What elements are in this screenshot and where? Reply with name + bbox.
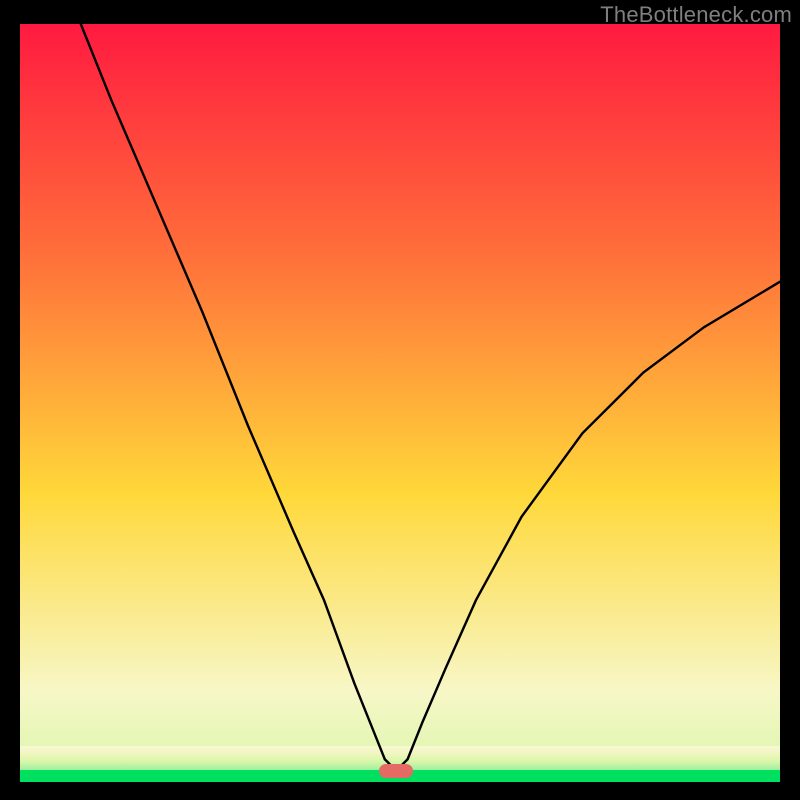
watermark-text: TheBottleneck.com	[600, 2, 792, 28]
bottleneck-curve	[20, 24, 780, 782]
curve-path	[81, 24, 780, 771]
optimal-point-marker	[379, 764, 413, 778]
chart-frame: TheBottleneck.com	[0, 0, 800, 800]
plot-area	[20, 24, 780, 782]
